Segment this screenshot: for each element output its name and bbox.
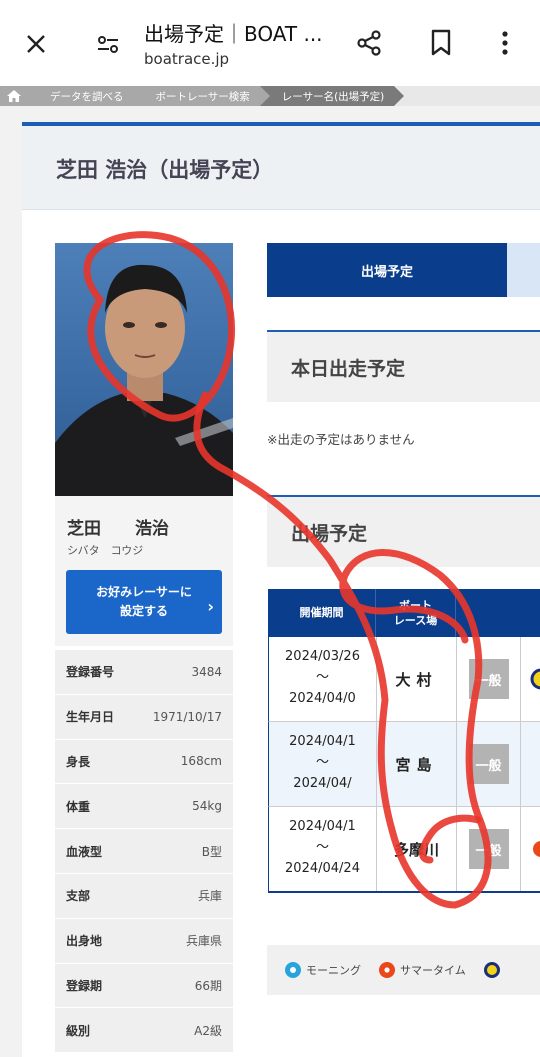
chevron-right-icon: › <box>207 597 214 616</box>
racer-name-box: 芝田 浩治 シバタ コウジ お好みレーサーに 設定する › <box>55 496 233 646</box>
info-row: 身長 168cm <box>55 740 233 785</box>
today-section-header: 本日出走予定 <box>267 330 540 402</box>
venue-cell[interactable]: 大村 <box>377 637 457 721</box>
info-label: 登録番号 <box>66 665 115 680</box>
more-icon[interactable] <box>490 24 520 62</box>
tab-schedule[interactable]: 出場予定 <box>267 243 507 297</box>
breadcrumb-current: レーサー名(出場予定) <box>259 86 405 106</box>
breadcrumb-item[interactable]: ボートレーサー検索 <box>133 86 271 106</box>
info-label: 身長 <box>66 754 91 769</box>
venue-cell[interactable]: 多摩川 <box>377 807 457 891</box>
legend-label: モーニング <box>306 964 361 977</box>
card-header: 芝田 浩治（出場予定） <box>22 126 540 210</box>
grade-badge: 一般 <box>468 829 509 869</box>
favorite-racer-button[interactable]: お好みレーサーに 設定する › <box>66 570 222 634</box>
info-value: 168cm <box>180 754 222 769</box>
info-value: 66期 <box>194 978 222 993</box>
grade-cell: 一般 <box>457 807 521 891</box>
info-label: 出身地 <box>66 934 103 949</box>
racer-name: 芝田 浩治 <box>67 519 169 539</box>
home-icon[interactable] <box>0 86 38 106</box>
info-row: 登録番号 3484 <box>55 650 233 695</box>
info-value: 兵庫県 <box>185 934 222 949</box>
bookmark-icon[interactable] <box>422 24 460 62</box>
empty-icon-cell <box>521 722 540 806</box>
favorite-button-label: お好みレーサーに 設定する <box>96 584 192 618</box>
racer-kana: シバタ コウジ <box>67 544 144 557</box>
info-value: A2級 <box>194 1023 222 1038</box>
venue-cell[interactable]: 宮島 <box>377 722 457 806</box>
info-value: B型 <box>201 844 222 859</box>
nighter-icon <box>483 962 500 978</box>
period-cell: 2024/04/1 〜 2024/04/ <box>269 722 377 806</box>
table-bottom-border <box>268 891 540 893</box>
close-icon[interactable] <box>18 26 54 62</box>
today-note: ※出走の予定はありません <box>267 432 415 447</box>
info-label: 体重 <box>66 799 91 814</box>
browser-title: 出場予定｜BOAT ... <box>144 22 323 46</box>
legend-item: サマータイム <box>379 962 466 978</box>
grade-badge: 一般 <box>468 744 509 784</box>
info-value: 3484 <box>191 664 222 679</box>
schedule-section-header: 出場予定 <box>267 495 540 567</box>
table-row[interactable]: 2024/04/1 〜 2024/04/ 宮島 一般 <box>268 722 540 807</box>
period-column-header: 開催期間 <box>268 589 376 637</box>
info-row: 出身地 兵庫県 <box>55 919 233 964</box>
info-label: 登録期 <box>66 978 103 993</box>
info-value: 54kg <box>192 799 222 814</box>
grade-cell: 一般 <box>457 722 521 806</box>
grade-badge: 一般 <box>468 659 509 699</box>
info-row: 血液型 B型 <box>55 829 233 874</box>
summer-time-icon <box>379 962 395 978</box>
venue-column-header: ボート レース場 <box>376 589 456 637</box>
legend-item <box>483 962 505 978</box>
page-title: 芝田 浩治（出場予定） <box>56 158 274 182</box>
morning-icon <box>285 962 301 978</box>
breadcrumb: データを調べる ボートレーサー検索 レーサー名(出場予定) <box>0 86 540 106</box>
grade-column-header <box>456 589 540 637</box>
browser-top-bar: 出場予定｜BOAT ... boatrace.jp <box>0 0 540 86</box>
period-tilde: 〜 <box>315 839 329 855</box>
info-label: 生年月日 <box>66 710 115 725</box>
info-row: 生年月日 1971/10/17 <box>55 695 233 740</box>
period-start: 2024/04/1 <box>289 819 356 834</box>
info-row: 級別 A2級 <box>55 1008 233 1054</box>
grade-cell: 一般 <box>457 637 521 721</box>
today-heading: 本日出走予定 <box>291 358 406 380</box>
table-row[interactable]: 2024/04/1 〜 2024/04/24 多摩川 一般 <box>268 807 540 892</box>
breadcrumb-item[interactable]: データを調べる <box>28 86 143 106</box>
period-cell: 2024/03/26 〜 2024/04/0 <box>269 637 377 721</box>
period-end: 2024/04/ <box>293 775 352 791</box>
info-row: 支部 兵庫 <box>55 874 233 919</box>
info-row: 登録期 66期 <box>55 964 233 1009</box>
racer-photo <box>55 243 233 496</box>
period-cell: 2024/04/1 〜 2024/04/24 <box>269 807 377 891</box>
period-tilde: 〜 <box>315 669 329 685</box>
schedule-heading: 出場予定 <box>291 523 368 545</box>
legend-item: モーニング <box>285 962 361 978</box>
info-row: 体重 54kg <box>55 784 233 830</box>
period-end: 2024/04/0 <box>289 690 356 706</box>
night-race-icon <box>521 637 540 721</box>
info-value: 兵庫 <box>197 889 222 904</box>
legend-label: サマータイム <box>400 964 466 977</box>
period-end: 2024/04/24 <box>285 860 360 876</box>
period-start: 2024/04/1 <box>289 734 356 749</box>
summer-time-icon <box>521 807 540 891</box>
info-value: 1971/10/17 <box>152 709 222 724</box>
site-settings-icon[interactable] <box>90 26 126 62</box>
tab-next[interactable] <box>507 243 540 297</box>
racer-info-table: 登録番号 3484 生年月日 1971/10/17 身長 168cm 体重 54kg 血… <box>55 650 233 1054</box>
info-label: 級別 <box>66 1023 91 1038</box>
browser-url[interactable]: boatrace.jp <box>144 50 229 68</box>
period-tilde: 〜 <box>315 754 329 770</box>
legend: モーニング サマータイム <box>267 945 540 995</box>
info-label: 支部 <box>66 889 91 904</box>
table-row[interactable]: 2024/03/26 〜 2024/04/0 大村 一般 <box>268 637 540 722</box>
period-start: 2024/03/26 <box>285 649 360 664</box>
info-label: 血液型 <box>66 844 103 859</box>
share-icon[interactable] <box>350 24 388 62</box>
